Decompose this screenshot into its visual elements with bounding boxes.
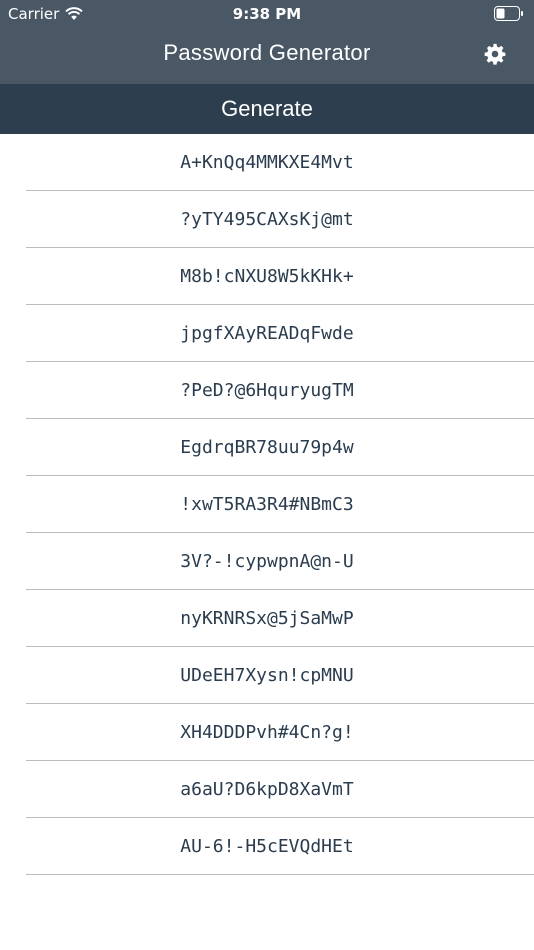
generate-button[interactable]: Generate [0, 84, 534, 134]
status-time: 9:38 PM [232, 5, 302, 23]
password-row[interactable]: 3V?-!cypwpnA@n-U [0, 533, 534, 590]
password-row[interactable]: XH4DDDPvh#4Cn?g! [0, 704, 534, 761]
password-row[interactable]: ?PeD?@6HquryugTM [0, 362, 534, 419]
password-row[interactable]: ?yTY495CAXsKj@mt [0, 191, 534, 248]
password-row[interactable]: nyKRNRSx@5jSaMwP [0, 590, 534, 647]
password-list: A+KnQq4MMKXE4Mvt ?yTY495CAXsKj@mt M8b!cN… [0, 134, 534, 875]
status-bar: Carrier 9:38 PM [0, 0, 534, 28]
password-row[interactable]: EgdrqBR78uu79p4w [0, 419, 534, 476]
password-row[interactable]: AU-6!-H5cEVQdHEt [0, 818, 534, 875]
navigation-header: Carrier 9:38 PM Password Generator [0, 0, 534, 84]
password-row[interactable]: a6aU?D6kpD8XaVmT [0, 761, 534, 818]
battery-icon [494, 6, 523, 21]
password-row[interactable]: jpgfXAyREADqFwde [0, 305, 534, 362]
password-row[interactable]: M8b!cNXU8W5kKHk+ [0, 248, 534, 305]
password-row[interactable]: A+KnQq4MMKXE4Mvt [0, 134, 534, 191]
password-row[interactable]: !xwT5RA3R4#NBmC3 [0, 476, 534, 533]
gear-icon [484, 43, 506, 65]
settings-button[interactable] [482, 41, 508, 67]
page-title: Password Generator [163, 40, 371, 65]
password-row[interactable]: UDeEH7Xysn!cpMNU [0, 647, 534, 704]
